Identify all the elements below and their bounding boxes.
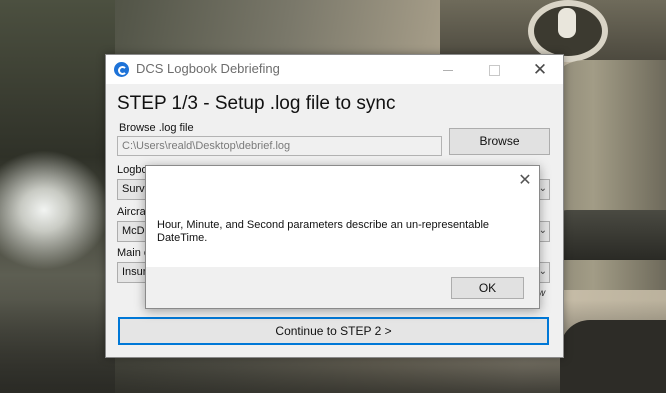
aircraft-label: Aircra [117, 206, 146, 218]
dialog-close-button[interactable]: ✕ [514, 170, 536, 192]
maximize-button[interactable] [471, 55, 517, 84]
helicopter-sensor-eye [558, 8, 576, 38]
close-icon: ✕ [518, 172, 532, 189]
title-bar[interactable]: DCS Logbook Debriefing ✕ [106, 55, 563, 84]
window-title: DCS Logbook Debriefing [136, 61, 280, 76]
step-title: STEP 1/3 - Setup .log file to sync [117, 93, 396, 114]
app-logo-icon [114, 62, 129, 77]
error-dialog: ✕ Hour, Minute, and Second parameters de… [145, 165, 540, 309]
helicopter-gun [555, 210, 666, 260]
log-file-path-field[interactable]: C:\Users\reald\Desktop\debrief.log [117, 136, 442, 156]
maximize-icon [488, 64, 500, 76]
dialog-message: Hour, Minute, and Second parameters desc… [157, 219, 490, 244]
continue-step2-button[interactable]: Continue to STEP 2 > [118, 317, 549, 345]
minimize-button[interactable] [425, 55, 471, 84]
log-file-label: Browse .log file [119, 122, 194, 134]
minimize-icon [443, 69, 453, 71]
background-glare [0, 150, 110, 270]
browse-button[interactable]: Browse [449, 128, 550, 155]
background-soldier [560, 320, 666, 393]
logbook-label: Logbo [117, 164, 148, 176]
close-button[interactable]: ✕ [517, 55, 563, 84]
close-icon: ✕ [532, 60, 548, 79]
dialog-footer: OK [146, 267, 539, 308]
main-select-value: Insur [122, 266, 147, 278]
logbook-select-value: Survi [122, 183, 148, 195]
ok-button[interactable]: OK [451, 277, 524, 299]
